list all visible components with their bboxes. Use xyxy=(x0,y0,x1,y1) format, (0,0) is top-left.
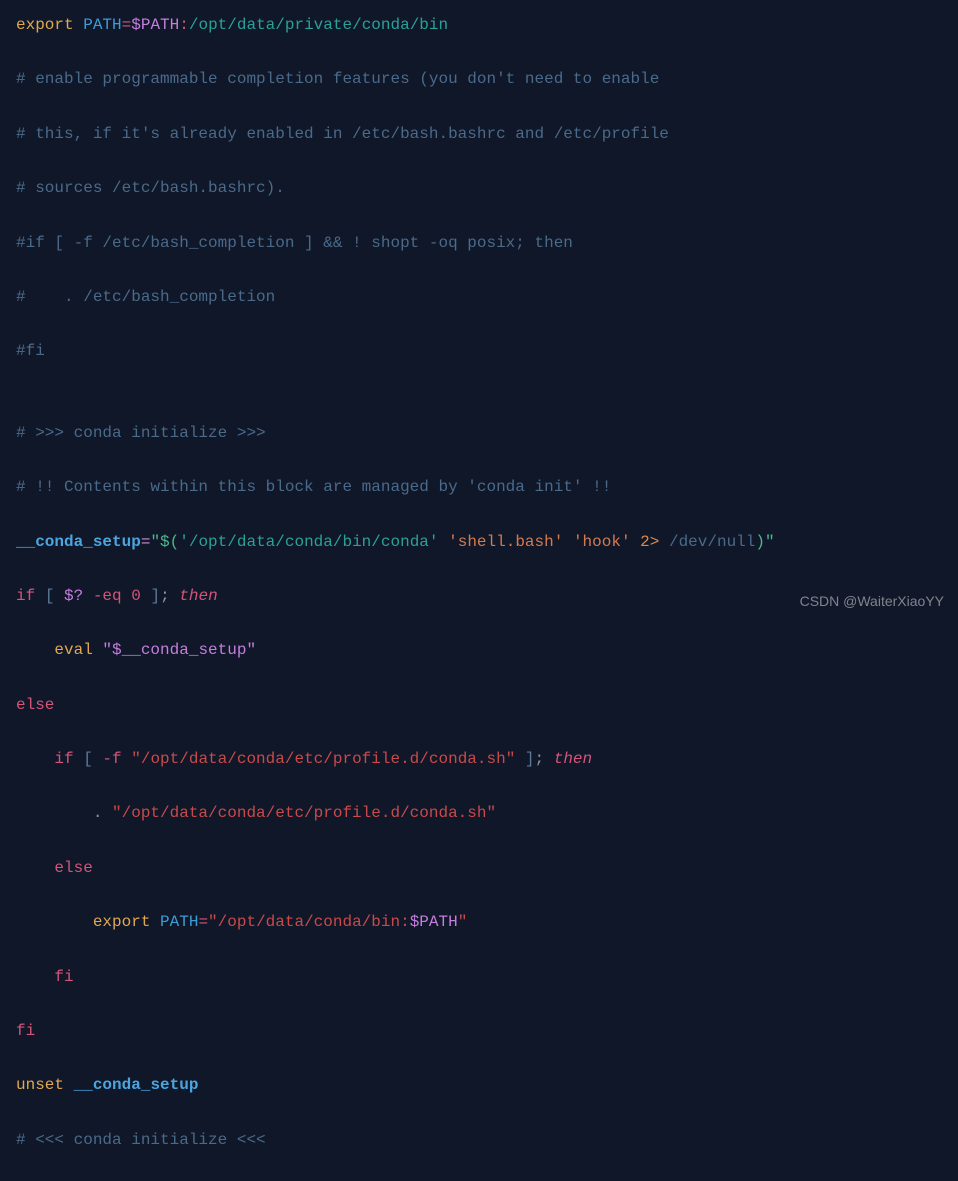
string: 'hook' xyxy=(573,533,631,551)
dot-source: . xyxy=(93,804,112,822)
op-eq: = xyxy=(141,533,151,551)
space xyxy=(74,750,84,768)
var-ref-path: $PATH xyxy=(410,913,458,931)
redir-fd: 2 xyxy=(640,533,650,551)
keyword-unset: unset xyxy=(16,1076,64,1094)
indent xyxy=(16,913,93,931)
bracket: ] xyxy=(141,587,160,605)
space xyxy=(122,750,132,768)
space xyxy=(631,533,641,551)
var-path: PATH xyxy=(83,16,121,34)
op-eq: = xyxy=(198,913,208,931)
var-exit: $? xyxy=(64,587,83,605)
comment-line: # enable programmable completion feature… xyxy=(16,66,942,93)
comment-line: # this, if it's already enabled in /etc/… xyxy=(16,121,942,148)
line-eval: eval "$__conda_setup" xyxy=(16,637,942,664)
space xyxy=(64,1076,74,1094)
bracket: [ xyxy=(83,750,102,768)
indent xyxy=(16,641,54,659)
string: 'shell.bash' xyxy=(448,533,563,551)
indent xyxy=(16,968,54,986)
var-ref-path: $PATH xyxy=(131,16,179,34)
op-eq: = xyxy=(122,16,132,34)
bracket: ] xyxy=(515,750,534,768)
cmd-subst-open: $( xyxy=(160,533,179,551)
line-if-nested: if [ -f "/opt/data/conda/etc/profile.d/c… xyxy=(16,746,942,773)
space xyxy=(93,641,103,659)
number: 0 xyxy=(131,587,141,605)
indent xyxy=(16,750,54,768)
space xyxy=(563,533,573,551)
string-var: "$__conda_setup" xyxy=(102,641,256,659)
line-export-path: export PATH="/opt/data/conda/bin:$PATH" xyxy=(16,909,942,936)
space xyxy=(122,587,132,605)
keyword-if: if xyxy=(16,587,35,605)
string-path: "/opt/data/conda/etc/profile.d/conda.sh" xyxy=(112,804,496,822)
comment-line: #if [ -f /etc/bash_completion ] && ! sho… xyxy=(16,230,942,257)
string-path: "/opt/data/conda/etc/profile.d/conda.sh" xyxy=(131,750,515,768)
watermark: CSDN @WaiterXiaoYY xyxy=(800,590,944,614)
var-path: PATH xyxy=(160,913,198,931)
var-conda-setup: __conda_setup xyxy=(74,1076,199,1094)
line-1: export PATH=$PATH:/opt/data/private/cond… xyxy=(16,12,942,39)
keyword-else: else xyxy=(54,859,92,877)
bracket: [ xyxy=(45,587,64,605)
quote: " xyxy=(150,533,160,551)
op-colon: : xyxy=(179,16,189,34)
line-conda-setup: __conda_setup="$('/opt/data/conda/bin/co… xyxy=(16,529,942,556)
comment-line: # !! Contents within this block are mana… xyxy=(16,474,942,501)
indent xyxy=(16,804,93,822)
line-else-nested: else xyxy=(16,855,942,882)
line-unset: unset __conda_setup xyxy=(16,1072,942,1099)
keyword-then: then xyxy=(554,750,592,768)
path-literal: /opt/data/private/conda/bin xyxy=(189,16,448,34)
space xyxy=(170,587,180,605)
flag-f: -f xyxy=(102,750,121,768)
space xyxy=(544,750,554,768)
comment-line: # <<< conda initialize <<< xyxy=(16,1127,942,1154)
quote: " xyxy=(208,913,218,931)
keyword-then: then xyxy=(179,587,217,605)
keyword-export: export xyxy=(93,913,151,931)
comment-line: # >>> conda initialize >>> xyxy=(16,420,942,447)
keyword-export: export xyxy=(16,16,74,34)
var-conda-setup: __conda_setup xyxy=(16,533,141,551)
comment-line: #fi xyxy=(16,338,942,365)
keyword-eval: eval xyxy=(54,641,92,659)
comment-line: # sources /etc/bash.bashrc). xyxy=(16,175,942,202)
keyword-else: else xyxy=(16,692,942,719)
line-fi-nested: fi xyxy=(16,964,942,991)
flag-eq: -eq xyxy=(93,587,122,605)
line-source: . "/opt/data/conda/etc/profile.d/conda.s… xyxy=(16,800,942,827)
keyword-fi: fi xyxy=(16,1018,942,1045)
string: '/opt/data/conda/bin/conda' xyxy=(179,533,438,551)
redir-gt: > xyxy=(650,533,669,551)
space xyxy=(150,913,160,931)
comment-line: # . /etc/bash_completion xyxy=(16,284,942,311)
keyword-if: if xyxy=(54,750,73,768)
semicolon: ; xyxy=(535,750,545,768)
semicolon: ; xyxy=(160,587,170,605)
space xyxy=(83,587,93,605)
space xyxy=(439,533,449,551)
keyword-fi: fi xyxy=(54,968,73,986)
space xyxy=(35,587,45,605)
quote: " xyxy=(458,913,468,931)
indent xyxy=(16,859,54,877)
dev-null: /dev/null xyxy=(669,533,755,551)
string-path: /opt/data/conda/bin: xyxy=(218,913,410,931)
cmd-close: )" xyxy=(755,533,774,551)
